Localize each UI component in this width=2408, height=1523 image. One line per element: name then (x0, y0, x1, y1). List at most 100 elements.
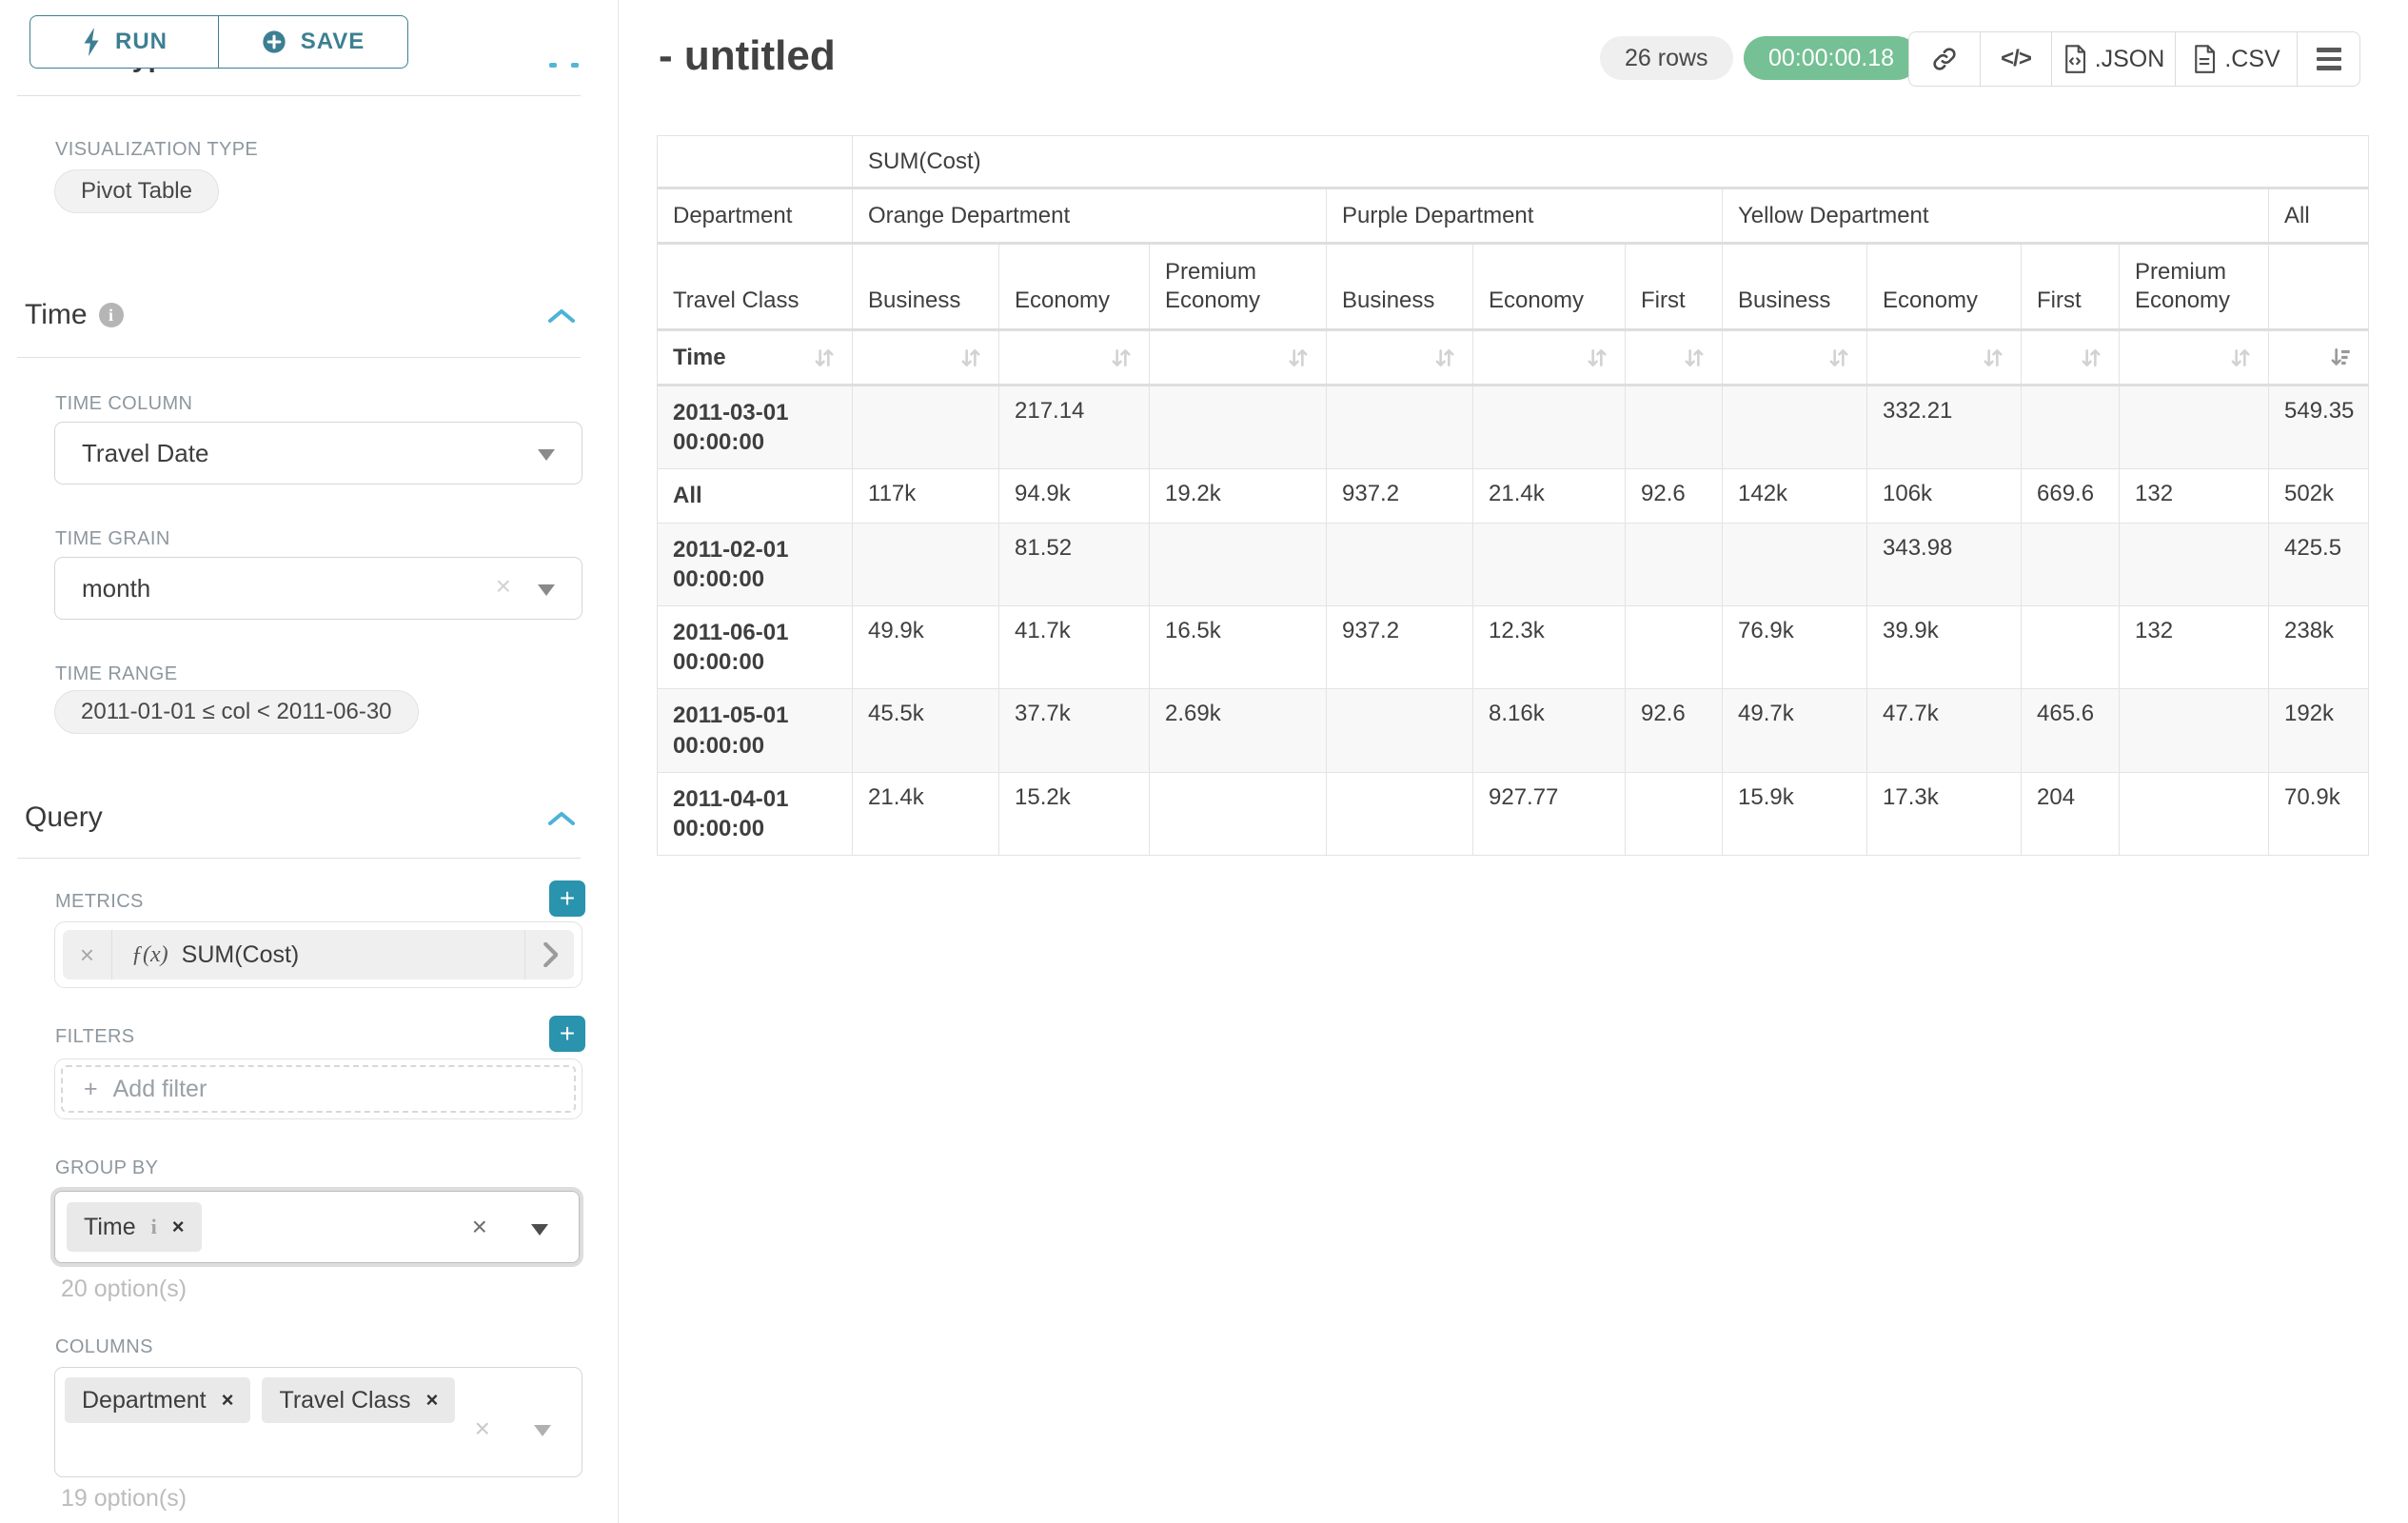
pivot-cell: 669.6 (2022, 469, 2120, 523)
pivot-cell: 16.5k (1150, 605, 1327, 688)
sort-icon[interactable] (1981, 346, 2005, 370)
sort-icon[interactable] (1682, 346, 1707, 370)
pivot-cell (1626, 523, 1723, 605)
pivot-data-row: 2011-04-01 00:00:0021.4k15.2k927.7715.9k… (658, 772, 2369, 855)
pivot-cell (2120, 386, 2269, 469)
time-grain-label: TIME GRAIN (55, 528, 170, 550)
group-by-select[interactable]: Time i × × (50, 1187, 583, 1267)
sort-icon[interactable] (958, 346, 983, 370)
pivot-cell: 17.3k (1867, 772, 2022, 855)
pivot-sort-time[interactable]: Time (658, 330, 853, 386)
pivot-sort-column[interactable] (999, 330, 1150, 386)
columns-select[interactable]: Department × Travel Class × × (54, 1367, 582, 1477)
sort-icon[interactable] (1286, 346, 1311, 370)
filters-field: + Add filter (54, 1058, 582, 1119)
pivot-sort-column[interactable] (1150, 330, 1327, 386)
sort-icon[interactable] (1826, 346, 1851, 370)
pivot-row-header: All (658, 469, 853, 523)
plus-circle-icon (261, 29, 287, 55)
file-code-icon (2063, 45, 2087, 73)
view-query-button[interactable]: </> (1980, 32, 2051, 86)
time-range-value[interactable]: 2011-01-01 ≤ col < 2011-06-30 (54, 690, 419, 734)
pivot-cell: 70.9k (2269, 772, 2369, 855)
pivot-class-header: Economy (1473, 244, 1626, 330)
remove-metric-icon[interactable]: × (63, 930, 112, 979)
pivot-department-label: Department (658, 188, 853, 244)
pivot-sort-column[interactable] (2120, 330, 2269, 386)
pivot-cell (853, 386, 999, 469)
pivot-sort-column[interactable] (2269, 330, 2369, 386)
tag-label: Travel Class (279, 1387, 410, 1414)
run-button[interactable]: RUN (30, 15, 219, 69)
time-grain-select[interactable]: month × (54, 557, 582, 620)
pivot-class-header: First (2022, 244, 2120, 330)
pivot-class-header: Economy (1867, 244, 2022, 330)
pivot-sort-column[interactable] (1473, 330, 1626, 386)
pivot-group-header: All (2269, 188, 2369, 244)
pivot-cell: 132 (2120, 605, 2269, 688)
sort-icon[interactable] (2228, 346, 2253, 370)
copy-link-button[interactable] (1909, 32, 1980, 86)
add-filter-plus-button[interactable]: + (549, 1016, 585, 1052)
pivot-sort-column[interactable] (1867, 330, 2022, 386)
pivot-cell: 343.98 (1867, 523, 2022, 605)
pivot-cell: 45.5k (853, 689, 999, 772)
sort-icon[interactable] (812, 346, 837, 370)
pivot-cell: 41.7k (999, 605, 1150, 688)
clear-icon[interactable]: × (475, 1414, 490, 1444)
save-button[interactable]: SAVE (218, 15, 408, 69)
sort-icon[interactable] (1109, 346, 1134, 370)
pivot-sort-column[interactable] (853, 330, 999, 386)
pivot-sort-column[interactable] (1626, 330, 1723, 386)
sort-icon[interactable] (1585, 346, 1609, 370)
metric-pill[interactable]: × ƒ(x) SUM(Cost) (63, 930, 574, 979)
pivot-cell (2120, 523, 2269, 605)
divider (17, 357, 581, 358)
pivot-sort-column[interactable] (1327, 330, 1473, 386)
time-range-label: TIME RANGE (55, 663, 177, 685)
pivot-cell: 192k (2269, 689, 2369, 772)
sort-icon[interactable] (2079, 346, 2103, 370)
pivot-sort-column[interactable] (2022, 330, 2120, 386)
pivot-cell: 21.4k (1473, 469, 1626, 523)
pivot-cell: 117k (853, 469, 999, 523)
run-button-label: RUN (115, 29, 168, 55)
pivot-class-header: Premium Economy (1150, 244, 1327, 330)
pivot-sort-column[interactable] (1723, 330, 1867, 386)
pivot-data-row: All117k94.9k19.2k937.221.4k92.6142k106k6… (658, 469, 2369, 523)
remove-tag-icon[interactable]: × (425, 1388, 438, 1413)
clear-icon[interactable]: × (496, 571, 511, 602)
sort-icon[interactable] (1432, 346, 1457, 370)
add-metric-button[interactable]: + (549, 880, 585, 917)
tag-label: Department (82, 1387, 207, 1414)
chart-actions-group: </> .JSON .CSV (1908, 31, 2360, 87)
pivot-cell (1473, 386, 1626, 469)
pivot-cell: 47.7k (1867, 689, 2022, 772)
columns-helper: 19 option(s) (61, 1485, 187, 1513)
info-icon: i (151, 1215, 157, 1239)
clear-icon[interactable]: × (472, 1212, 487, 1242)
chevron-up-icon[interactable] (546, 307, 577, 326)
add-filter-button[interactable]: + Add filter (61, 1065, 576, 1113)
time-section-title: Time (25, 299, 88, 331)
pivot-cell: 8.16k (1473, 689, 1626, 772)
menu-button[interactable] (2297, 32, 2359, 86)
expand-metric-icon[interactable] (524, 930, 574, 979)
chevron-up-icon[interactable] (546, 809, 577, 828)
remove-tag-icon[interactable]: × (172, 1215, 185, 1239)
remove-tag-icon[interactable]: × (222, 1388, 234, 1413)
visualization-type-value[interactable]: Pivot Table (54, 169, 219, 213)
export-json-button[interactable]: .JSON (2051, 32, 2175, 86)
pivot-row-header: 2011-04-01 00:00:00 (658, 772, 853, 855)
pivot-data-row: 2011-03-01 00:00:00217.14332.21549.35 (658, 386, 2369, 469)
hamburger-menu-icon (2317, 48, 2341, 70)
pivot-cell: 92.6 (1626, 689, 1723, 772)
sort-desc-icon[interactable] (2328, 346, 2353, 370)
time-row-label: Time (673, 345, 726, 371)
time-column-select[interactable]: Travel Date (54, 422, 582, 485)
export-csv-button[interactable]: .CSV (2175, 32, 2297, 86)
pivot-cell: 15.9k (1723, 772, 1867, 855)
pivot-cell: 15.2k (999, 772, 1150, 855)
add-filter-label: Add filter (113, 1076, 207, 1103)
pivot-cell (2022, 386, 2120, 469)
